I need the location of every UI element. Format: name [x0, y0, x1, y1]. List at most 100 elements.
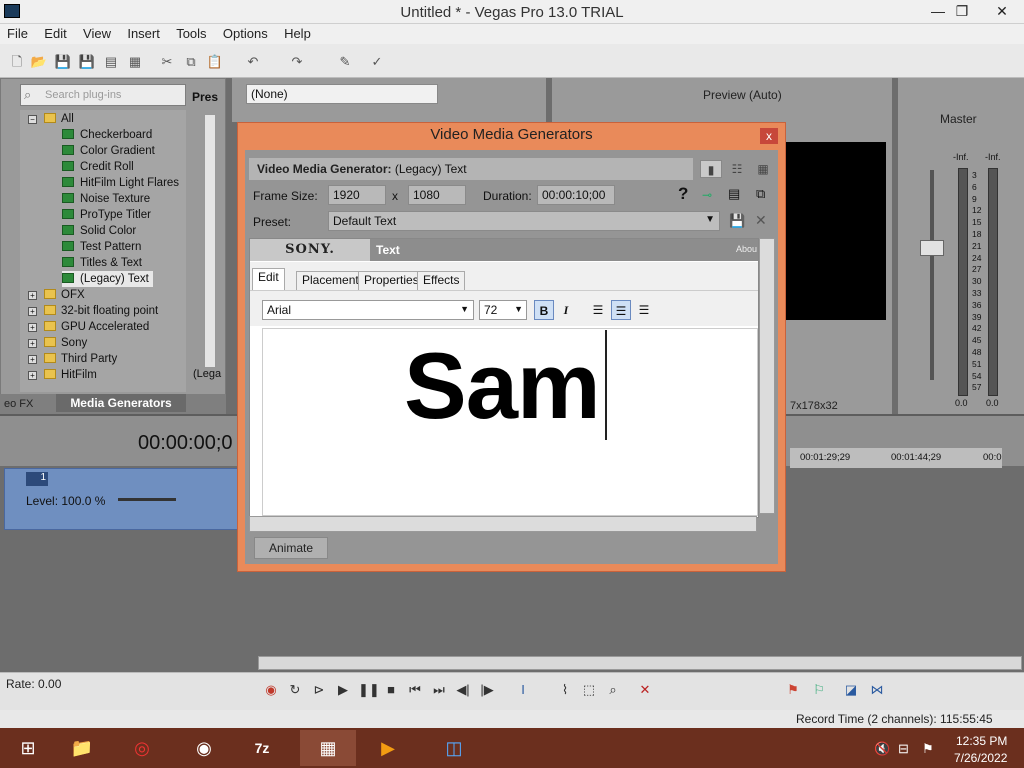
- search-plugins-input[interactable]: Search plug-ins: [20, 84, 186, 106]
- vegas-taskbar-icon[interactable]: ▦: [300, 730, 356, 766]
- new-icon[interactable]: 🗋: [8, 53, 26, 71]
- 7zip-icon[interactable]: 7z: [234, 730, 290, 766]
- preview-quality-select[interactable]: Preview (Auto): [703, 88, 782, 102]
- tree-node-solid-color[interactable]: Solid Color: [62, 223, 136, 239]
- snapping-icon[interactable]: ⋈: [868, 681, 886, 699]
- tree-node-legacy-text[interactable]: (Legacy) Text: [62, 271, 153, 287]
- redo-icon[interactable]: ↷: [288, 53, 306, 71]
- clock-date[interactable]: 7/26/2022: [954, 751, 1007, 765]
- split-screen-icon[interactable]: ▤: [728, 186, 740, 202]
- app-icon[interactable]: ◫: [426, 730, 482, 766]
- view-details-icon[interactable]: ☷: [726, 160, 748, 178]
- media-player-icon[interactable]: ▶: [360, 730, 416, 766]
- delete-icon[interactable]: ✕: [636, 681, 654, 699]
- next-frame-icon[interactable]: |▶: [478, 681, 496, 699]
- volume-muted-icon[interactable]: 🔇: [874, 741, 890, 757]
- windows-start-icon[interactable]: ⊞: [0, 730, 56, 766]
- enable-snapping-icon[interactable]: ✎: [336, 53, 354, 71]
- menu-file[interactable]: File: [0, 24, 34, 41]
- undo-icon[interactable]: ↶: [244, 53, 262, 71]
- tree-node-hitfilm[interactable]: + HitFilm: [28, 367, 97, 383]
- sync-cursor-icon[interactable]: ⊸: [702, 188, 712, 202]
- tree-node-third-party[interactable]: + Third Party: [28, 351, 117, 367]
- record-icon[interactable]: ◉: [262, 681, 280, 699]
- preset-select[interactable]: Default Text ▼: [328, 211, 720, 231]
- paste-icon[interactable]: 📋: [206, 53, 224, 71]
- align-left-icon[interactable]: ☰: [588, 300, 608, 320]
- frame-width-input[interactable]: 1920: [328, 185, 386, 205]
- pause-icon[interactable]: ❚❚: [358, 681, 380, 699]
- master-fader[interactable]: [920, 240, 944, 256]
- loop-icon[interactable]: ↻: [286, 681, 304, 699]
- italic-button[interactable]: I: [556, 300, 576, 320]
- close-button[interactable]: ✕: [988, 2, 1016, 20]
- chrome-icon[interactable]: ◉: [176, 730, 232, 766]
- tree-node-noise-texture[interactable]: Noise Texture: [62, 191, 150, 207]
- menu-options[interactable]: Options: [216, 24, 274, 41]
- font-select[interactable]: Arial ▼: [262, 300, 474, 320]
- view-thumbs-icon[interactable]: ▦: [752, 160, 774, 178]
- tab-video-fx[interactable]: eo FX: [4, 398, 33, 410]
- copy-icon[interactable]: ⧉: [182, 53, 200, 71]
- save-icon[interactable]: 💾: [54, 53, 72, 71]
- tree-node-credit-roll[interactable]: Credit Roll: [62, 159, 134, 175]
- tab-properties[interactable]: Properties: [358, 271, 425, 290]
- network-icon[interactable]: ⊟: [898, 741, 909, 757]
- action-center-icon[interactable]: ⚑: [922, 741, 934, 757]
- tab-media-generators[interactable]: Media Generators: [56, 394, 186, 412]
- view-list-icon[interactable]: ▮: [700, 160, 722, 178]
- save-preset-icon[interactable]: 💾: [729, 213, 745, 229]
- tree-node-color-gradient[interactable]: Color Gradient: [62, 143, 155, 159]
- preset-item[interactable]: (Lega: [193, 368, 221, 380]
- tree-node-sony[interactable]: + Sony: [28, 335, 87, 351]
- tree-node-titles-text[interactable]: Titles & Text: [62, 255, 142, 271]
- tab-placement[interactable]: Placement: [296, 271, 365, 290]
- auto-ripple-icon[interactable]: ✓: [368, 53, 386, 71]
- align-center-icon[interactable]: ☰: [611, 300, 631, 320]
- region-icon[interactable]: ⚐: [810, 681, 828, 699]
- normal-edit-tool-icon[interactable]: I: [514, 681, 532, 699]
- opera-icon[interactable]: ◎: [114, 730, 170, 766]
- delete-preset-icon[interactable]: ✕: [755, 212, 767, 229]
- animate-button[interactable]: Animate: [254, 537, 328, 559]
- play-icon[interactable]: ▶: [334, 681, 352, 699]
- tree-node-32bit[interactable]: +32-bit floating point: [28, 303, 158, 319]
- timeline-scrollbar[interactable]: [258, 656, 1022, 670]
- menu-help[interactable]: Help: [277, 24, 317, 41]
- tree-node-all[interactable]: − All: [28, 111, 74, 127]
- align-right-icon[interactable]: ☰: [634, 300, 654, 320]
- zoom-tool-icon[interactable]: ⌕: [604, 681, 622, 699]
- file-explorer-icon[interactable]: 📁: [54, 730, 110, 766]
- frame-height-input[interactable]: 1080: [408, 185, 466, 205]
- prev-frame-icon[interactable]: ◀|: [454, 681, 472, 699]
- properties-icon[interactable]: ▦: [126, 53, 144, 71]
- auto-crossfade-icon[interactable]: ◪: [842, 681, 860, 699]
- tree-scrollbar[interactable]: [204, 114, 216, 368]
- tab-edit[interactable]: Edit: [252, 268, 285, 291]
- horizontal-scrollbar[interactable]: [249, 516, 757, 532]
- go-to-end-icon[interactable]: ⏭: [430, 681, 448, 699]
- tree-node-test-pattern[interactable]: Test Pattern: [62, 239, 141, 255]
- play-from-start-icon[interactable]: ⊳: [310, 681, 328, 699]
- vertical-scrollbar[interactable]: [759, 238, 775, 514]
- tree-node-protype-titler[interactable]: ProType Titler: [62, 207, 151, 223]
- bypass-icon[interactable]: ⧉: [756, 186, 765, 202]
- menu-edit[interactable]: Edit: [37, 24, 72, 41]
- render-icon[interactable]: ▤: [102, 53, 120, 71]
- bold-button[interactable]: B: [534, 300, 554, 320]
- marker-icon[interactable]: ⚑: [784, 681, 802, 699]
- tree-node-gpu-accelerated[interactable]: + GPU Accelerated: [28, 319, 149, 335]
- envelope-tool-icon[interactable]: ⌇: [556, 681, 574, 699]
- maximize-button[interactable]: ❐: [948, 2, 976, 20]
- dialog-close-button[interactable]: x: [760, 128, 778, 144]
- menu-view[interactable]: View: [76, 24, 117, 41]
- media-select[interactable]: (None): [246, 84, 438, 104]
- save-as-icon[interactable]: 💾: [78, 53, 96, 71]
- help-icon[interactable]: ?: [678, 184, 688, 204]
- tree-node-hitfilm-light-flares[interactable]: HitFilm Light Flares: [62, 175, 179, 191]
- duration-input[interactable]: 00:00:10;00: [537, 185, 615, 205]
- cut-icon[interactable]: ✂: [158, 53, 176, 71]
- level-slider[interactable]: [118, 498, 176, 501]
- about-link[interactable]: Abou: [736, 244, 757, 254]
- tree-node-ofx[interactable]: + OFX: [28, 287, 85, 303]
